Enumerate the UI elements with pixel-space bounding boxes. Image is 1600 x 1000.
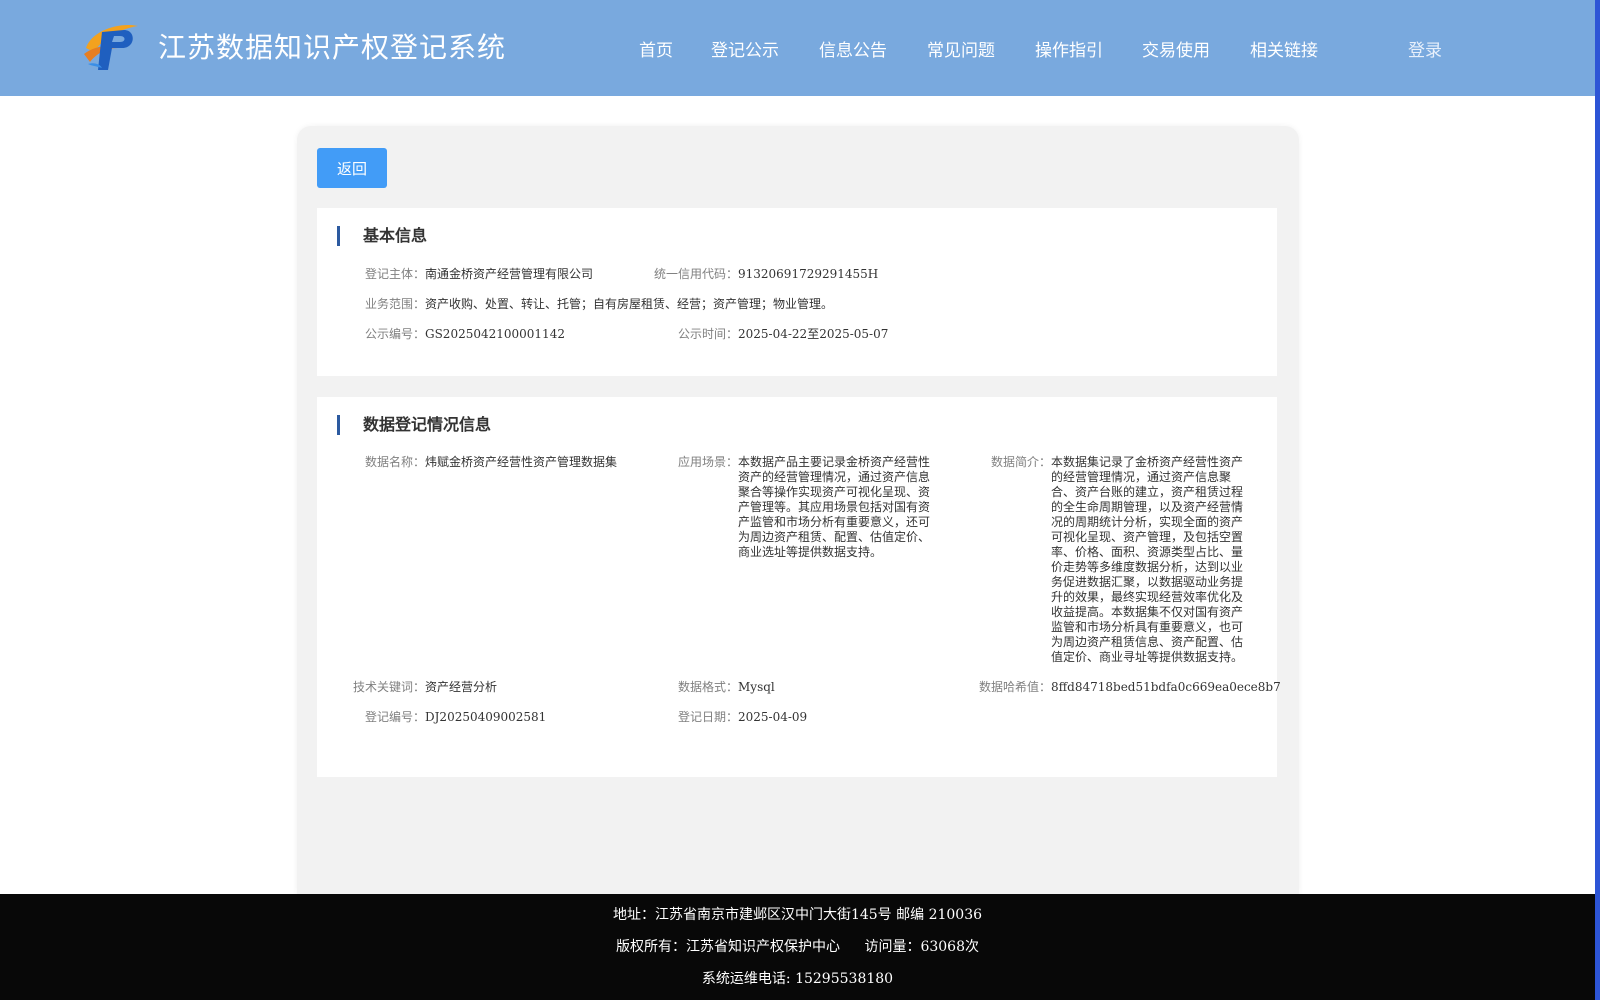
- nav-info-announcement[interactable]: 信息公告: [818, 36, 888, 61]
- scope-field: 业务范围： 资产收购、处置、转让、托管；自有房屋租赁、经营；资产管理；物业管理。: [347, 297, 833, 312]
- data-name-value: 炜赋金桥资产经营性资产管理数据集: [425, 455, 618, 469]
- site-footer: 地址：江苏省南京市建邺区汉中门大街145号 邮编 210036 版权所有：江苏省…: [0, 894, 1595, 1000]
- scope-value: 资产收购、处置、转让、托管；自有房屋租赁、经营；资产管理；物业管理。: [425, 297, 834, 311]
- reg-date-label: 登记日期：: [677, 710, 738, 724]
- reg-no-field: 登记编号： DJ20250409002581: [347, 710, 546, 725]
- credit-code-label: 统一信用代码：: [654, 267, 739, 281]
- basic-info-title: 基本信息: [337, 226, 427, 246]
- pub-time-value: 2025-04-22至2025-05-07: [738, 327, 889, 341]
- intro-value: 本数据集记录了金桥资产经营性资产的经营管理情况，通过资产信息聚合、资产台账的建立…: [1051, 455, 1244, 664]
- data-name-field: 数据名称： 炜赋金桥资产经营性资产管理数据集: [347, 455, 617, 470]
- pub-no-label: 公示编号：: [364, 327, 425, 341]
- reg-no-value: DJ20250409002581: [425, 710, 547, 724]
- intro-field: 数据简介： 本数据集记录了金桥资产经营性资产的经营管理情况，通过资产信息聚合、资…: [973, 455, 1243, 665]
- basic-info-card: 基本信息 登记主体： 南通金桥资产经营管理有限公司 统一信用代码： 913206…: [317, 208, 1277, 376]
- site-title[interactable]: 江苏数据知识产权登记系统: [158, 26, 506, 66]
- subject-label: 登记主体：: [364, 267, 425, 281]
- format-value: Mysql: [738, 680, 775, 694]
- footer-phone: 系统运维电话: 15295538180: [701, 971, 894, 987]
- nav-registration-notice[interactable]: 登记公示: [710, 36, 780, 61]
- hash-field: 数据哈希值： 8ffd84718bed51bdfa0c669ea0ece8b7: [961, 680, 1281, 695]
- format-label: 数据格式：: [677, 680, 738, 694]
- nav-operation-guide[interactable]: 操作指引: [1034, 36, 1104, 61]
- back-button[interactable]: 返回: [317, 148, 387, 188]
- detail-panel: 返回 基本信息 登记主体： 南通金桥资产经营管理有限公司 统一信用代码： 913…: [297, 126, 1299, 906]
- nav-related-links[interactable]: 相关链接: [1249, 36, 1319, 61]
- footer-copyright-line: 版权所有：江苏省知识产权保护中心 访问量：63068次: [0, 936, 1595, 956]
- intro-label: 数据简介：: [990, 455, 1051, 469]
- hash-label: 数据哈希值：: [978, 680, 1051, 694]
- subject-field: 登记主体： 南通金桥资产经营管理有限公司: [347, 267, 593, 282]
- scope-label: 业务范围：: [364, 297, 425, 311]
- pub-time-field: 公示时间： 2025-04-22至2025-05-07: [660, 327, 888, 342]
- data-info-title: 数据登记情况信息: [337, 415, 491, 435]
- scene-label: 应用场景：: [677, 455, 738, 469]
- footer-visits: 访问量：63068次: [864, 939, 979, 955]
- nav-trading-use[interactable]: 交易使用: [1141, 36, 1211, 61]
- keyword-value: 资产经营分析: [425, 680, 498, 694]
- format-field: 数据格式： Mysql: [660, 680, 775, 695]
- keyword-field: 技术关键词： 资产经营分析: [347, 680, 497, 695]
- footer-copyright: 版权所有：江苏省知识产权保护中心: [616, 939, 840, 955]
- reg-date-value: 2025-04-09: [738, 710, 808, 724]
- data-name-label: 数据名称：: [364, 455, 425, 469]
- credit-code-field: 统一信用代码： 91320691729291455H: [654, 267, 878, 282]
- scene-value: 本数据产品主要记录金桥资产经营性资产的经营管理情况，通过资产信息聚合等操作实现资…: [738, 455, 931, 559]
- pub-time-label: 公示时间：: [677, 327, 738, 341]
- nav-faq[interactable]: 常见问题: [926, 36, 996, 61]
- scene-field: 应用场景： 本数据产品主要记录金桥资产经营性资产的经营管理情况，通过资产信息聚合…: [660, 455, 930, 560]
- credit-code-value: 91320691729291455H: [738, 267, 879, 281]
- login-link[interactable]: 登录: [1408, 36, 1442, 61]
- data-info-card: 数据登记情况信息 数据名称： 炜赋金桥资产经营性资产管理数据集 应用场景： 本数…: [317, 397, 1281, 777]
- pub-no-value: GS2025042100001142: [425, 327, 565, 341]
- reg-date-field: 登记日期： 2025-04-09: [660, 710, 807, 725]
- site-header: 江苏数据知识产权登记系统 首页 登记公示 信息公告 常见问题 操作指引 交易使用…: [0, 0, 1595, 96]
- hash-value: 8ffd84718bed51bdfa0c669ea0ece8b7: [1051, 680, 1281, 694]
- scrollbar[interactable]: [1595, 0, 1600, 1000]
- nav-home[interactable]: 首页: [636, 36, 676, 61]
- pub-no-field: 公示编号： GS2025042100001142: [347, 327, 565, 342]
- reg-no-label: 登记编号：: [364, 710, 425, 724]
- keyword-label: 技术关键词：: [352, 680, 425, 694]
- site-logo-icon[interactable]: [80, 18, 140, 72]
- footer-address: 地址：江苏省南京市建邺区汉中门大街145号 邮编 210036: [612, 907, 983, 923]
- subject-value: 南通金桥资产经营管理有限公司: [425, 267, 594, 281]
